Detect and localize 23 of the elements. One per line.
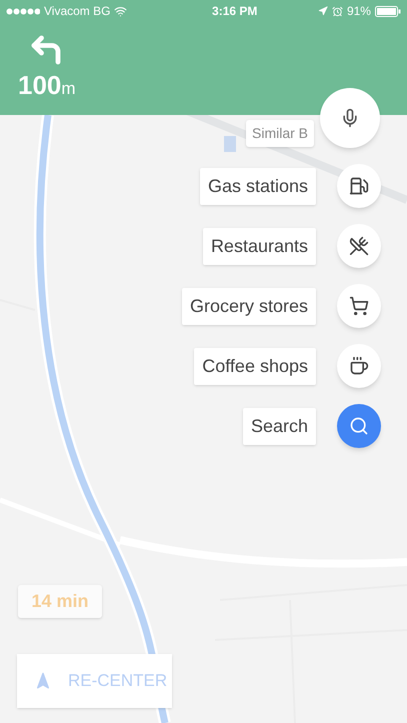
distance-unit: m [61, 80, 76, 97]
arrow-icon [34, 672, 52, 690]
cart-icon [349, 296, 369, 316]
category-label[interactable]: Gas stations [200, 168, 316, 204]
category-label[interactable]: Search [242, 408, 316, 444]
map-callout: Similar B [246, 120, 314, 147]
location-arrow-icon [318, 6, 328, 16]
wifi-icon [114, 4, 128, 18]
distance-value: 100 [18, 72, 62, 98]
coffee-cup-icon [349, 356, 369, 376]
search-icon [349, 416, 369, 436]
alarm-icon [332, 6, 343, 16]
battery-icon [374, 6, 401, 16]
fuel-pump-icon [349, 176, 369, 196]
clock-time: 3:16 PM [212, 3, 258, 20]
eta-label: 14 min [18, 585, 102, 618]
signal-icon [6, 8, 40, 14]
fork-and-spoon-icon [349, 236, 369, 256]
category-label[interactable]: Restaurants [202, 228, 316, 264]
carrier-name: Vivacom BG [44, 3, 110, 20]
category-label[interactable]: Grocery stores [182, 288, 316, 324]
battery-percent: 91% [346, 3, 371, 20]
category-label[interactable]: Coffee shops [194, 348, 316, 384]
